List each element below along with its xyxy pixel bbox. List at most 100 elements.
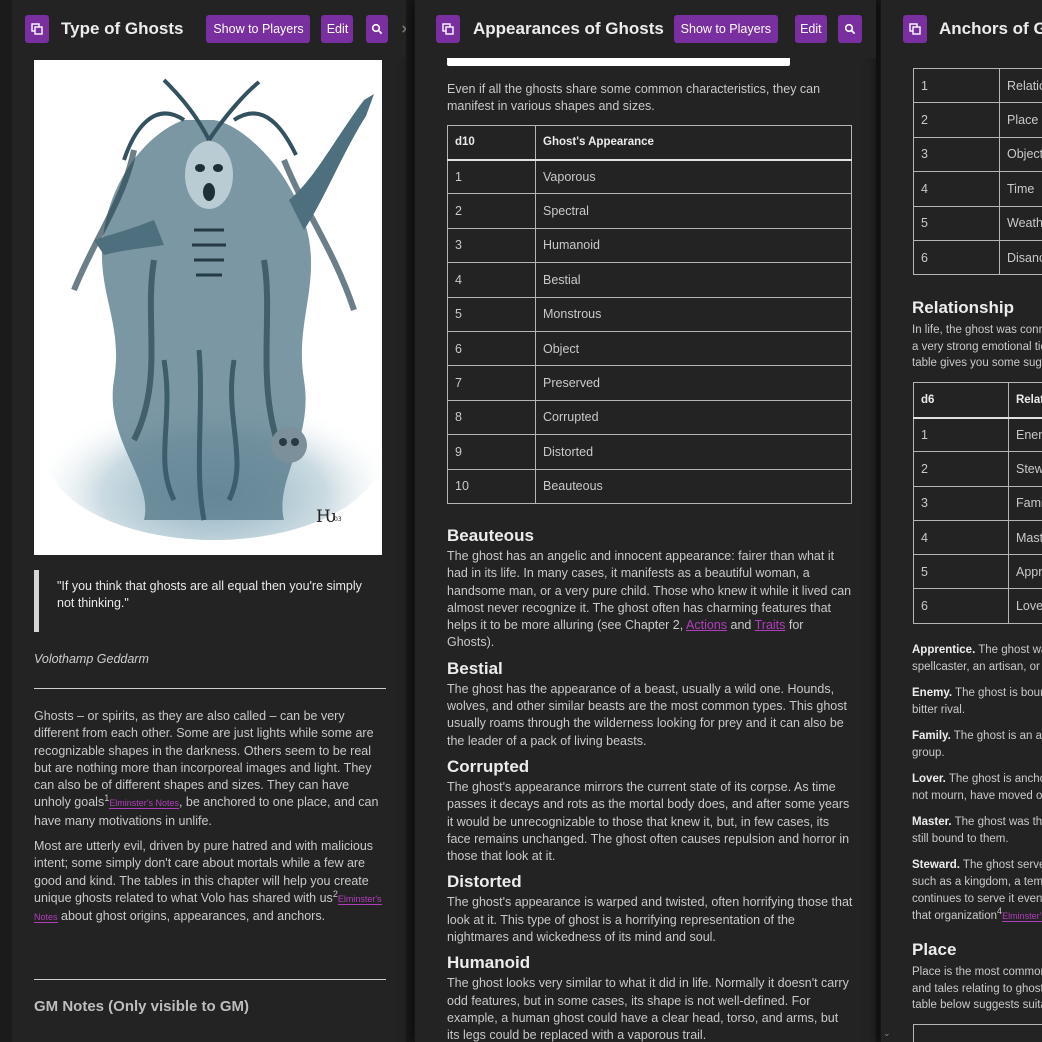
row-relationship: Apprentice (1007, 554, 1042, 590)
elminsters-notes-link-1[interactable]: Elminster's Notes (109, 798, 179, 810)
relationship-heading: Relationship (912, 298, 1015, 317)
search-button[interactable] (366, 15, 389, 43)
svg-text:Ƕ: Ƕ (316, 507, 336, 527)
table-row: 2 Spectral (447, 193, 852, 229)
section-text: The ghost has an angelic and innocent ap… (447, 548, 854, 652)
table-row: 3 Object (913, 136, 1042, 173)
intro-text: Even if all the ghosts share some common… (447, 82, 821, 114)
close-button[interactable]: × (401, 21, 406, 38)
gm-divider (34, 979, 386, 980)
table-row: 3Family (913, 485, 1042, 521)
table-row: 9 Distorted (447, 434, 852, 470)
section-heading: Humanoid (447, 953, 531, 973)
window-content: Even if all the ghosts share some common… (415, 58, 876, 1042)
row-anchor: Relationship (999, 67, 1042, 104)
table-row: 1Relationship (913, 67, 1042, 104)
search-icon (372, 23, 383, 35)
definition: Family. The ghost is an ancestor of a fa… (912, 728, 1042, 762)
row-anchor: Place (999, 102, 1042, 138)
popout-button[interactable] (25, 15, 49, 43)
window-title: Appearances of Ghosts (473, 19, 664, 38)
search-icon (844, 23, 856, 35)
table-row: 6Disance (913, 239, 1042, 276)
handout-window-anchors-of-ghosts: Anchors of Ghosts 1Relationship2Place3Ob… (880, 0, 1042, 1042)
anchor-table: 1Relationship2Place3Object4Time5Weather6… (913, 67, 1042, 276)
table-row: 4 Time (913, 171, 1042, 207)
row-die: 7 (447, 365, 536, 401)
row-relationship: Enemy (1007, 416, 1042, 453)
popout-button[interactable] (436, 15, 460, 43)
row-appearance: Humanoid (535, 227, 852, 264)
gm-notes-heading: GM Notes (Only visible to GM) (34, 998, 250, 1015)
rel-header-relationship: Relationship (1007, 382, 1042, 418)
actions-link[interactable]: Actions (686, 618, 727, 632)
row-appearance: Preserved (535, 365, 852, 401)
elminsters-notes-link-4[interactable]: Elminster's Notes (1002, 911, 1042, 922)
row-die: 1 (913, 416, 1009, 453)
search-button[interactable] (837, 15, 862, 43)
row-die: 6 (913, 239, 1000, 276)
row-appearance: Beauteous (535, 468, 852, 504)
row-die: 1 (913, 67, 1000, 104)
table-row: 1 Vaporous (447, 158, 852, 195)
row-die: 4 (447, 262, 536, 298)
table-header-appearance: Ghost's Appearance (535, 125, 852, 160)
definition: Steward. The ghost served an organizatio… (912, 857, 1042, 925)
row-relationship: Family (1007, 485, 1042, 521)
definition-term: Lover. (912, 773, 946, 785)
ghost-illustration: Ƕ 03 (34, 60, 384, 555)
definition: Enemy. The ghost is bound to its murdere… (912, 685, 1042, 719)
table-header-die: d10 (447, 125, 536, 160)
row-die: 9 (447, 434, 536, 470)
row-appearance: Distorted (535, 434, 852, 470)
popout-button[interactable] (903, 15, 927, 43)
divider (34, 688, 386, 689)
relationship-text: In life, the ghost was connected to othe… (912, 324, 1042, 369)
show-to-players-button[interactable]: Show to Players (673, 15, 778, 43)
handout-window-appearances-of-ghosts: Appearances of Ghosts Show to Players Ed… (414, 0, 876, 1042)
place-table-top (913, 1024, 1042, 1042)
intro-paragraph-1: Ghosts – or spirits, as they are also ca… (34, 708, 386, 830)
row-die: 3 (913, 136, 1000, 173)
edit-button[interactable]: Edit (794, 15, 827, 43)
row-die: 5 (913, 554, 1009, 590)
row-die: 6 (447, 330, 536, 367)
row-die: 4 (913, 519, 1009, 556)
quote-attribution: Volothamp Geddarm (34, 652, 149, 666)
row-die: 1 (447, 158, 536, 195)
row-die: 8 (447, 399, 536, 436)
row-appearance: Vaporous (535, 158, 852, 195)
traits-link[interactable]: Traits (755, 618, 786, 632)
edit-button[interactable]: Edit (321, 15, 354, 43)
svg-text:03: 03 (334, 516, 342, 523)
row-relationship: Lover (1007, 588, 1042, 624)
row-appearance: Monstrous (535, 296, 852, 332)
row-die: 3 (913, 485, 1009, 521)
para2-text-a: Most are utterly evil, driven by pure ha… (34, 839, 374, 905)
para2-text-b: about ghost origins, appearances, and an… (57, 909, 326, 924)
definition: Lover. The ghost is anchored to the one … (912, 771, 1042, 805)
row-die: 5 (913, 205, 1000, 241)
elminsters-notes-link-2a[interactable]: Elminster's (337, 893, 382, 905)
table-row: 2 Place (913, 102, 1042, 138)
row-die: 10 (447, 468, 536, 504)
window-title: Type of Ghosts (61, 19, 184, 38)
table-row: 5 Monstrous (447, 296, 852, 332)
window-title: Anchors of Ghosts (939, 19, 1042, 38)
row-die: 6 (913, 588, 1009, 624)
window-content: Ƕ 03 "If you think that ghosts are all e… (12, 58, 406, 1042)
table-row: 3 Humanoid (447, 227, 852, 264)
handout-window-type-of-ghosts: Type of Ghosts Show to Players Edit × Ƕ … (12, 0, 406, 1042)
rel-header-die: d6 (913, 382, 1009, 418)
table-row: 7 Preserved (447, 365, 852, 401)
table-row: 5Apprentice (913, 554, 1042, 590)
section-text: The ghost's appearance mirrors the curre… (447, 779, 850, 864)
appearance-sections: Beauteous The ghost has an angelic and in… (447, 526, 854, 1042)
row-appearance: Object (535, 330, 852, 367)
appearance-table: d10 Ghost's Appearance 1 Vaporous 2 Spectra… (447, 125, 852, 504)
show-to-players-button[interactable]: Show to Players (206, 15, 311, 43)
table-row: 2Steward (913, 451, 1042, 487)
definition-term: Steward. (912, 859, 960, 871)
elminsters-notes-link-2b[interactable]: Notes (34, 912, 58, 924)
section-heading: Distorted (447, 872, 522, 892)
